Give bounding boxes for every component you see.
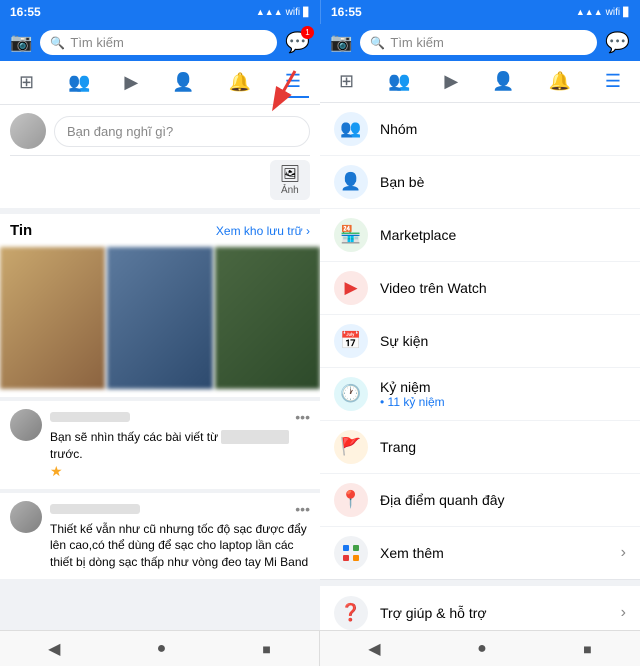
nav-friends-icon[interactable]: 👥: [60, 68, 98, 97]
nav-friends-icon-right[interactable]: 👥: [380, 67, 418, 96]
post-text-1: Bạn sẽ nhìn thấy các bài viết từ ███████…: [50, 429, 310, 463]
search-text-left: Tìm kiếm: [70, 35, 123, 50]
back-btn-left[interactable]: ◀: [48, 639, 60, 659]
menu-item-ban-be[interactable]: 👤 Bạn bè: [320, 156, 640, 209]
trang-label: Trang: [380, 439, 416, 455]
search-text-right: Tìm kiếm: [390, 35, 443, 50]
marketplace-icon-circle: 🏪: [334, 218, 368, 252]
messenger-btn[interactable]: 💬 1: [285, 30, 310, 55]
post-2: ••• Thiết kế vẫn như cũ nhưng tốc độ sạc…: [0, 493, 320, 579]
dia-diem-icon-circle: 📍: [334, 483, 368, 517]
nav-home-icon[interactable]: ⊞: [11, 68, 42, 97]
photo-icon: 🖼: [280, 164, 300, 184]
nav-profile-icon[interactable]: 👤: [164, 68, 202, 97]
menu-item-ky-niem[interactable]: 🕐 Kỷ niệm • 11 kỷ niệm: [320, 368, 640, 421]
nav-bell-icon-right[interactable]: 🔔: [541, 67, 579, 96]
photo-label: Ảnh: [281, 185, 299, 196]
tro-giup-label: Trợ giúp & hỗ trợ: [380, 605, 609, 621]
nav-menu-icon-right[interactable]: ☰: [597, 67, 629, 96]
ky-niem-icon-circle: 🕐: [334, 377, 368, 411]
ky-niem-sub: • 11 kỷ niệm: [380, 395, 626, 409]
post-more-2[interactable]: •••: [295, 501, 310, 517]
menu-item-su-kien[interactable]: 📅 Sự kiện: [320, 315, 640, 368]
post-name-blurred-1: [50, 412, 130, 422]
menu-item-video[interactable]: ▶ Video trên Watch: [320, 262, 640, 315]
tro-giup-icon-circle: ❓: [334, 596, 368, 630]
home-btn-left[interactable]: ●: [157, 640, 167, 658]
dia-diem-label: Địa điểm quanh đây: [380, 492, 505, 508]
trang-icon-circle: 🚩: [334, 430, 368, 464]
menu-list: 👥 Nhóm 👤 Bạn bè 🏪 Marketplace ▶ Video tr…: [320, 103, 640, 630]
news-img-3: [215, 247, 320, 389]
time-right: 16:55: [331, 5, 362, 19]
su-kien-label: Sự kiện: [380, 333, 428, 349]
news-archive-link[interactable]: Xem kho lưu trữ ›: [216, 224, 310, 238]
recent-btn-left[interactable]: ■: [262, 641, 270, 657]
avatar-left: [10, 113, 46, 149]
search-bar-left[interactable]: 🔍 Tìm kiếm: [40, 30, 277, 55]
nav-home-icon-right[interactable]: ⊞: [331, 67, 362, 96]
time-left: 16:55: [10, 5, 41, 19]
menu-item-xem-them[interactable]: Xem thêm ›: [320, 527, 640, 580]
signal-icon-right: ▲▲▲: [576, 7, 603, 17]
post-text-2: Thiết kế vẫn như cũ nhưng tốc độ sạc đượ…: [50, 521, 310, 571]
nhom-icon-circle: 👥: [334, 112, 368, 146]
composer-input[interactable]: Bạn đang nghĩ gì?: [54, 116, 310, 147]
menu-item-dia-diem[interactable]: 📍 Địa điểm quanh đây: [320, 474, 640, 527]
menu-section-tro-giup[interactable]: ❓ Trợ giúp & hỗ trợ ›: [320, 580, 640, 630]
news-img-2: [107, 247, 212, 389]
messenger-icon-right[interactable]: 💬: [605, 30, 630, 55]
wifi-icon-left: wifi: [286, 7, 300, 18]
ky-niem-text: Kỷ niệm • 11 kỷ niệm: [380, 379, 626, 409]
ky-niem-label: Kỷ niệm: [380, 379, 626, 395]
post-more-1[interactable]: •••: [295, 409, 310, 425]
battery-icon-left: ▊: [303, 7, 310, 18]
messenger-badge: 1: [301, 26, 314, 39]
battery-icon-right: ▊: [623, 7, 630, 18]
menu-item-marketplace[interactable]: 🏪 Marketplace: [320, 209, 640, 262]
photo-btn[interactable]: 🖼 Ảnh: [270, 160, 310, 200]
search-bar-right[interactable]: 🔍 Tìm kiếm: [360, 30, 597, 55]
video-label: Video trên Watch: [380, 280, 487, 296]
recent-btn-right[interactable]: ■: [583, 641, 591, 657]
home-btn-right[interactable]: ●: [477, 640, 487, 658]
nhom-label: Nhóm: [380, 121, 417, 137]
news-img-1: [0, 247, 105, 389]
xem-them-label: Xem thêm: [380, 545, 609, 561]
xem-them-icon-circle: [334, 536, 368, 570]
post-avatar-1: [10, 409, 42, 441]
xem-them-chevron: ›: [621, 544, 626, 562]
back-btn-right[interactable]: ◀: [368, 639, 380, 659]
post-avatar-2: [10, 501, 42, 533]
nav-bell-icon[interactable]: 🔔: [221, 68, 259, 97]
signal-icon-left: ▲▲▲: [256, 7, 283, 17]
marketplace-label: Marketplace: [380, 227, 456, 243]
nav-menu-icon[interactable]: ☰: [277, 67, 309, 98]
search-icon-right: 🔍: [370, 36, 385, 50]
news-title: Tin: [10, 222, 32, 239]
ban-be-icon-circle: 👤: [334, 165, 368, 199]
post-1: ••• Bạn sẽ nhìn thấy các bài viết từ ███…: [0, 401, 320, 489]
nav-profile-icon-right[interactable]: 👤: [484, 67, 522, 96]
tro-giup-chevron: ›: [621, 604, 626, 622]
nav-watch-icon-right[interactable]: ▶: [436, 67, 466, 96]
menu-item-nhom[interactable]: 👥 Nhóm: [320, 103, 640, 156]
su-kien-icon-circle: 📅: [334, 324, 368, 358]
video-icon-circle: ▶: [334, 271, 368, 305]
post-name-blurred-2: [50, 504, 140, 514]
menu-item-trang[interactable]: 🚩 Trang: [320, 421, 640, 474]
star-icon: ★: [50, 463, 63, 479]
camera-icon-right[interactable]: 📷: [330, 32, 352, 53]
nav-watch-icon[interactable]: ▶: [116, 68, 146, 97]
camera-icon-left[interactable]: 📷: [10, 32, 32, 53]
search-icon-left: 🔍: [50, 36, 65, 50]
wifi-icon-right: wifi: [606, 7, 620, 18]
ban-be-label: Bạn bè: [380, 174, 424, 190]
